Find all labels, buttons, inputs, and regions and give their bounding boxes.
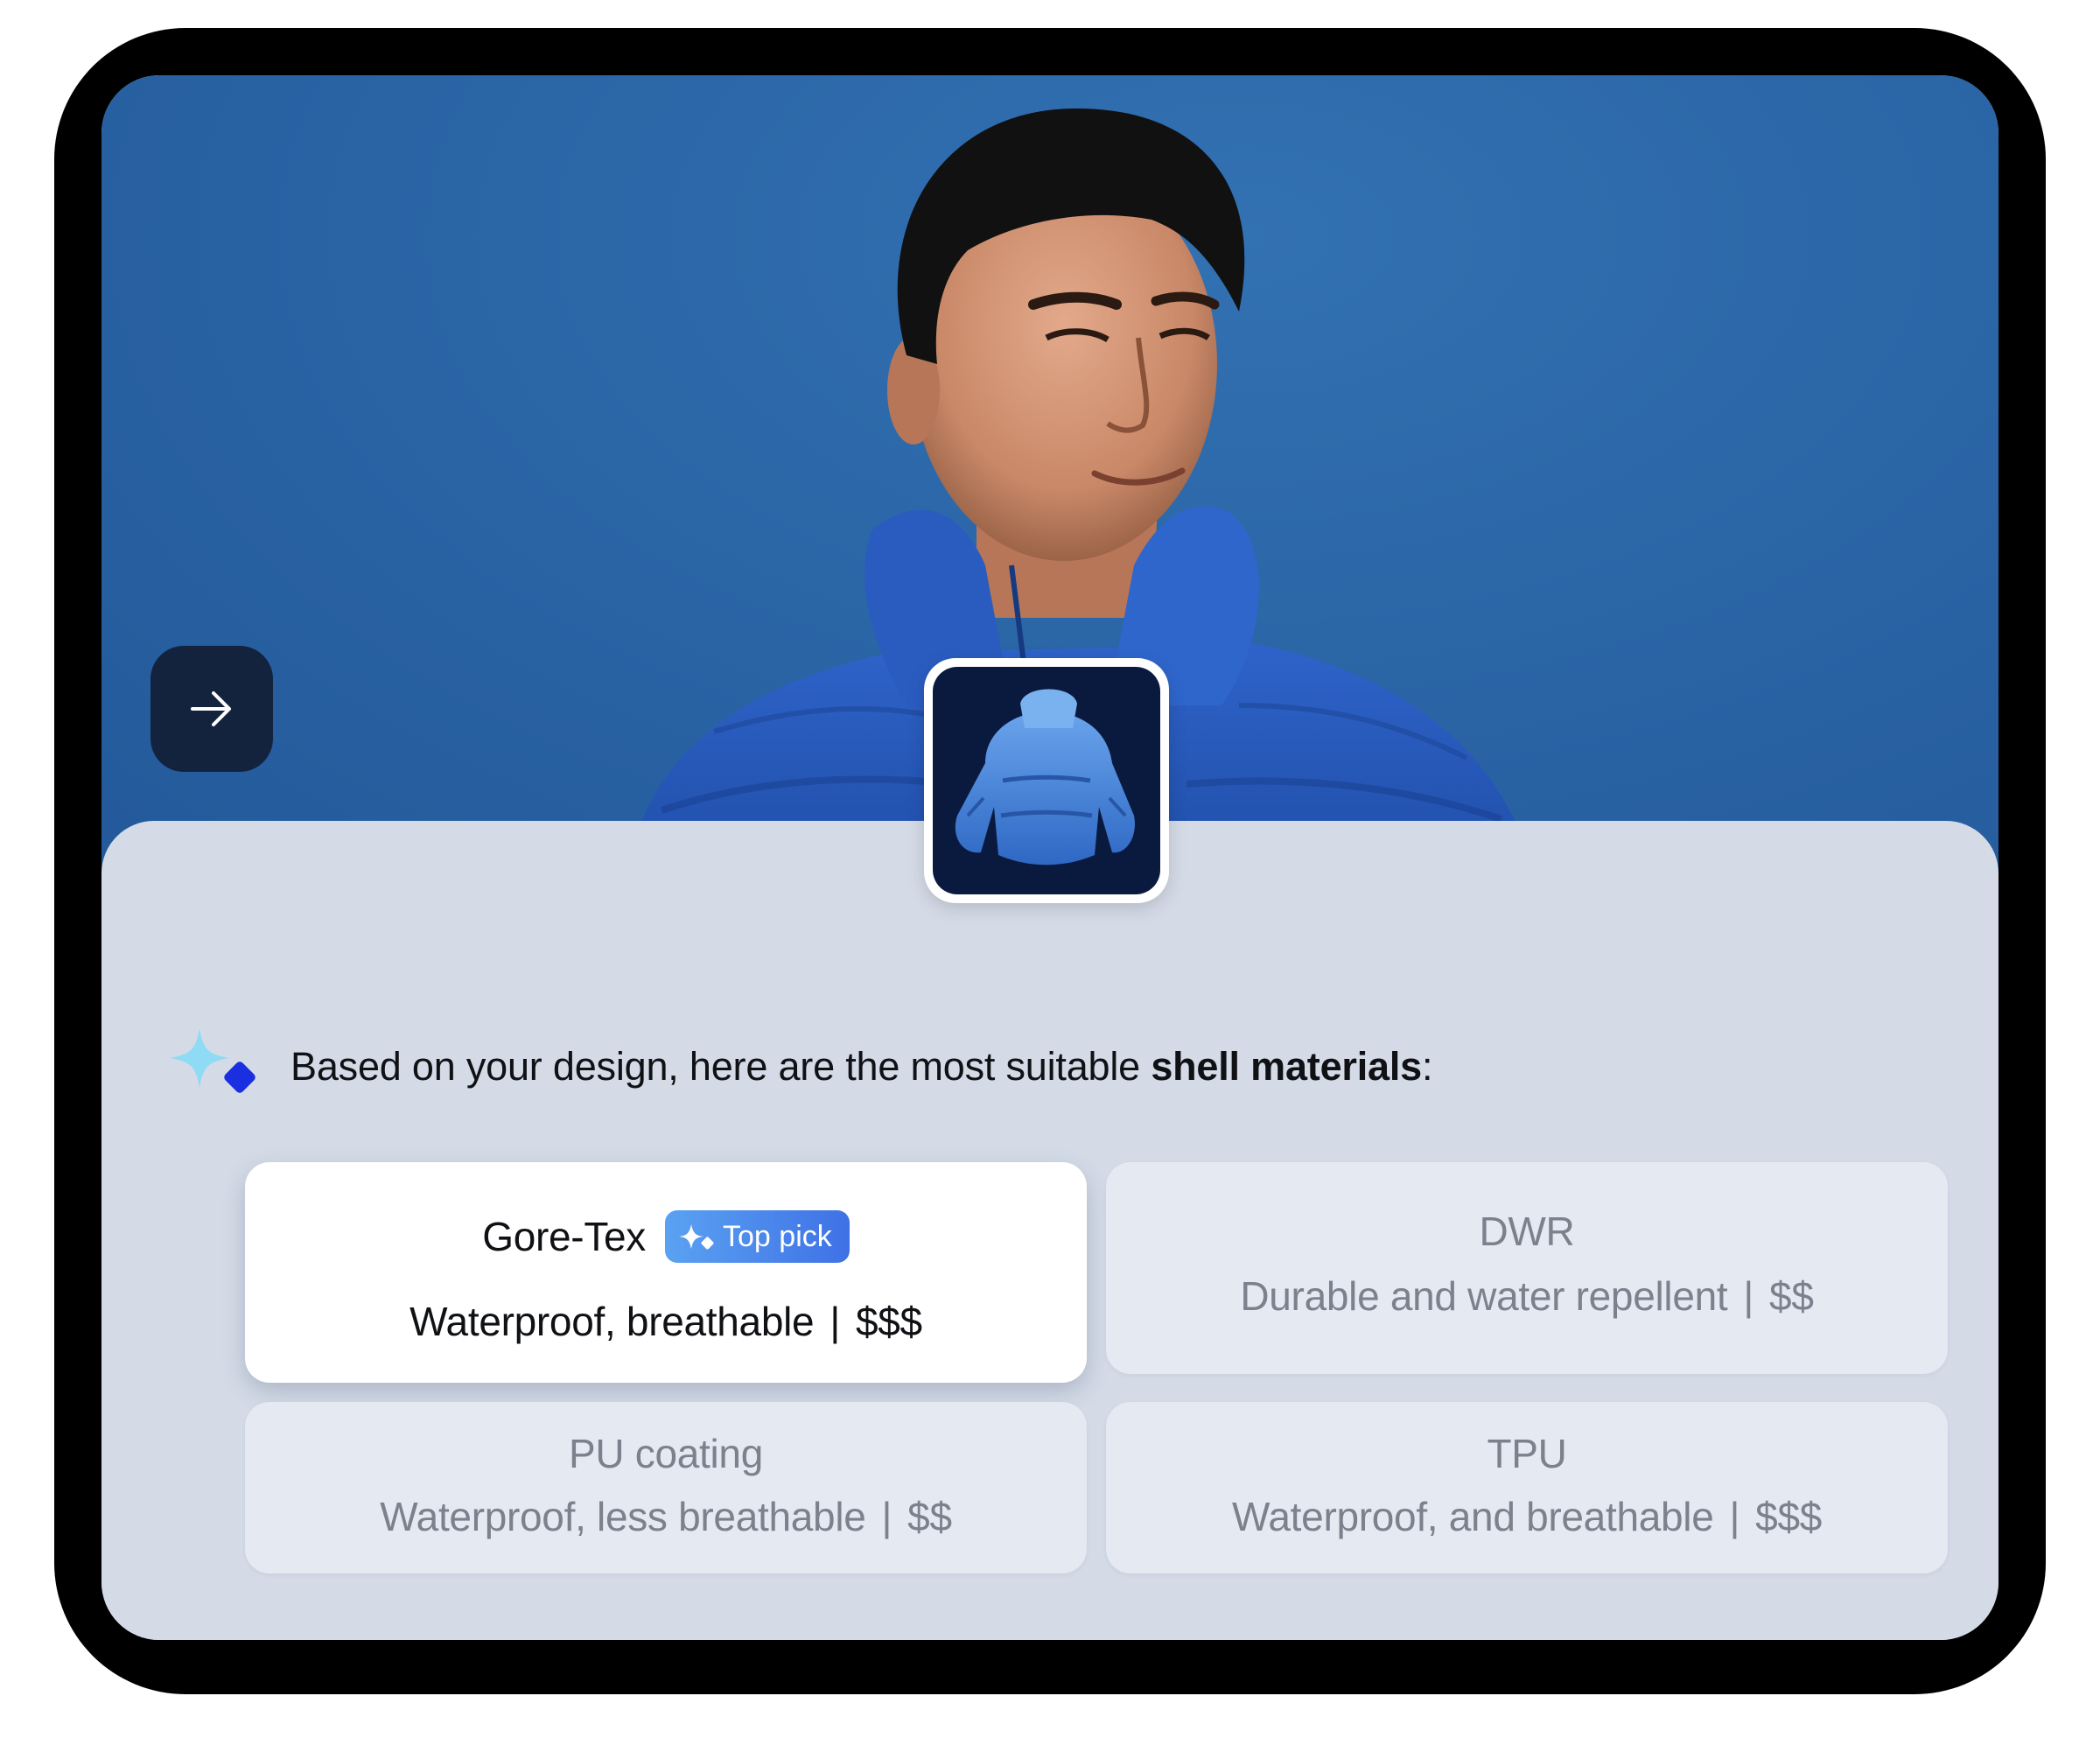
- option-description: Durable and water repellent | $$: [1240, 1273, 1814, 1319]
- next-arrow-button[interactable]: [150, 646, 273, 772]
- top-pick-badge: Top pick: [665, 1210, 850, 1263]
- material-option-pu-coating[interactable]: PU coating Waterproof, less breathable | $…: [245, 1402, 1087, 1573]
- app-screen: Based on your design, here are the most …: [102, 75, 1998, 1640]
- option-description: Waterproof, breathable | $$$: [410, 1299, 922, 1344]
- option-name: PU coating: [568, 1431, 763, 1476]
- jacket-thumbnail-image: [955, 689, 1135, 865]
- material-option-dwr[interactable]: DWR Durable and water repellent | $$: [1106, 1162, 1948, 1374]
- tablet-frame: Based on your design, here are the most …: [54, 28, 2046, 1694]
- material-option-gore-tex[interactable]: Gore-Tex Top pick Waterproof, breathable…: [245, 1162, 1087, 1383]
- jacket-design-thumbnail[interactable]: [924, 658, 1169, 903]
- sparkle-icon: [679, 1224, 714, 1250]
- arrow-right-icon: [191, 691, 231, 726]
- option-description: Waterproof, and breathable | $$$: [1231, 1494, 1823, 1539]
- suggestion-text: Based on your design, here are the most …: [290, 1044, 1433, 1089]
- option-description: Waterproof, less breathable | $$: [380, 1494, 952, 1539]
- ai-suggestion-message: Based on your design, here are the most …: [164, 1023, 1827, 1111]
- option-name: TPU: [1487, 1431, 1567, 1476]
- material-option-tpu[interactable]: TPU Waterproof, and breathable | $$$: [1106, 1402, 1948, 1573]
- option-name: DWR: [1479, 1209, 1575, 1254]
- sparkle-ai-icon: [170, 1028, 256, 1093]
- option-name: Gore-Tex: [482, 1214, 647, 1259]
